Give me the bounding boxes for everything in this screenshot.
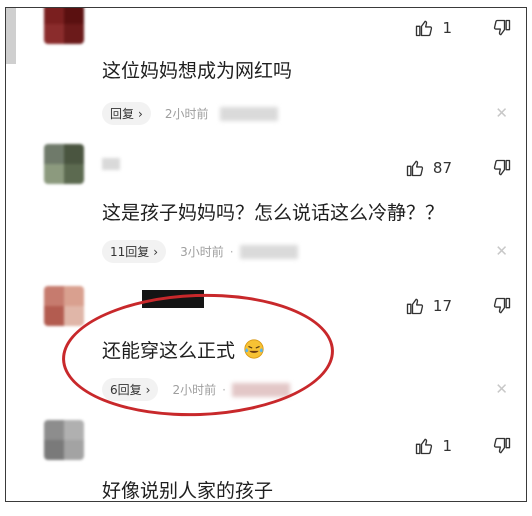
like-button[interactable]: 17 (405, 296, 452, 316)
avatar-cell (44, 286, 64, 306)
like-button[interactable]: 1 (414, 18, 452, 38)
reply-button[interactable]: 6回复 › (102, 378, 159, 401)
comment-section: 1 这位妈妈想成为网红吗 回复 › 2小时前 ✕ 87 这是孩子妈妈吗？怎么说话… (5, 7, 527, 502)
location-redacted (220, 106, 279, 121)
avatar-cell (64, 144, 84, 164)
avatar[interactable] (44, 8, 84, 44)
avatar-cell (64, 286, 84, 306)
like-count: 87 (432, 159, 452, 177)
comment-meta: 11回复 › 3小时前 · (102, 240, 298, 263)
avatar-cell (44, 440, 64, 460)
comment-item: 87 这是孩子妈妈吗？怎么说话这么冷静？？ 11回复 › 3小时前 · ✕ (6, 144, 526, 274)
chevron-right-icon: › (153, 244, 159, 259)
thumbs-down-icon[interactable] (492, 158, 512, 178)
thumbs-up-icon (405, 296, 425, 316)
username-redacted (142, 290, 204, 308)
comment-text: 这是孩子妈妈吗？怎么说话这么冷静？？ (102, 202, 445, 224)
avatar-cell (44, 306, 64, 326)
chevron-right-icon: › (138, 106, 143, 121)
comment-text-body: 还能穿这么正式 (102, 340, 236, 362)
comment-text: 这位妈妈想成为网红吗 (102, 60, 293, 82)
location-redacted (231, 382, 290, 397)
meta-separator: · (229, 244, 234, 259)
avatar-cell (64, 440, 84, 460)
avatar-cell (44, 144, 64, 164)
avatar-cell (64, 24, 84, 44)
close-icon[interactable]: ✕ (495, 104, 508, 122)
comment-text: 好像说别人家的孩子 (102, 480, 274, 502)
avatar[interactable] (44, 286, 84, 326)
comment-item: 1 这位妈妈想成为网红吗 回复 › 2小时前 ✕ (6, 8, 526, 130)
thumbs-up-icon (414, 436, 434, 456)
like-button[interactable]: 87 (405, 158, 452, 178)
close-icon[interactable]: ✕ (495, 242, 508, 260)
thumbs-up-icon (405, 158, 425, 178)
like-button[interactable]: 1 (414, 436, 452, 456)
avatar-cell (64, 420, 84, 440)
comment-time: 2小时前 (172, 383, 217, 397)
comment-meta: 6回复 › 2小时前 · (102, 378, 290, 401)
comment-item: 17 还能穿这么正式 6回复 › 2小时前 · ✕ (6, 282, 526, 412)
crying-laugh-emoji-icon (243, 338, 265, 360)
avatar-cell (64, 164, 84, 184)
thumbs-down-icon[interactable] (492, 18, 512, 38)
reply-label: 6回复 (110, 383, 142, 397)
avatar[interactable] (44, 420, 84, 460)
location-redacted (239, 244, 298, 259)
avatar-cell (44, 24, 64, 44)
meta-separator: · (222, 382, 226, 397)
reply-label: 11回复 (110, 245, 150, 259)
reply-label: 回复 (110, 107, 135, 121)
avatar-cell (64, 8, 84, 24)
comment-time: 3小时前 (180, 245, 224, 259)
close-icon[interactable]: ✕ (495, 380, 508, 398)
avatar-cell (44, 164, 64, 184)
username-redacted (102, 158, 120, 170)
avatar-cell (44, 8, 64, 24)
comment-text: 还能穿这么正式 (102, 336, 265, 363)
comment-item: 1 好像说别人家的孩子 (6, 420, 526, 502)
chevron-right-icon: › (145, 382, 151, 397)
thumbs-up-icon (414, 18, 434, 38)
comment-meta: 回复 › 2小时前 (102, 102, 279, 125)
like-count: 1 (442, 19, 452, 37)
avatar-cell (44, 420, 64, 440)
thumbs-down-icon[interactable] (492, 296, 512, 316)
thumbs-down-icon[interactable] (492, 436, 512, 456)
comment-time: 2小时前 (164, 107, 209, 121)
avatar[interactable] (44, 144, 84, 184)
reply-button[interactable]: 回复 › (102, 102, 151, 125)
like-count: 1 (442, 437, 452, 455)
like-count: 17 (432, 297, 452, 315)
avatar-cell (64, 306, 84, 326)
reply-button[interactable]: 11回复 › (102, 240, 167, 263)
